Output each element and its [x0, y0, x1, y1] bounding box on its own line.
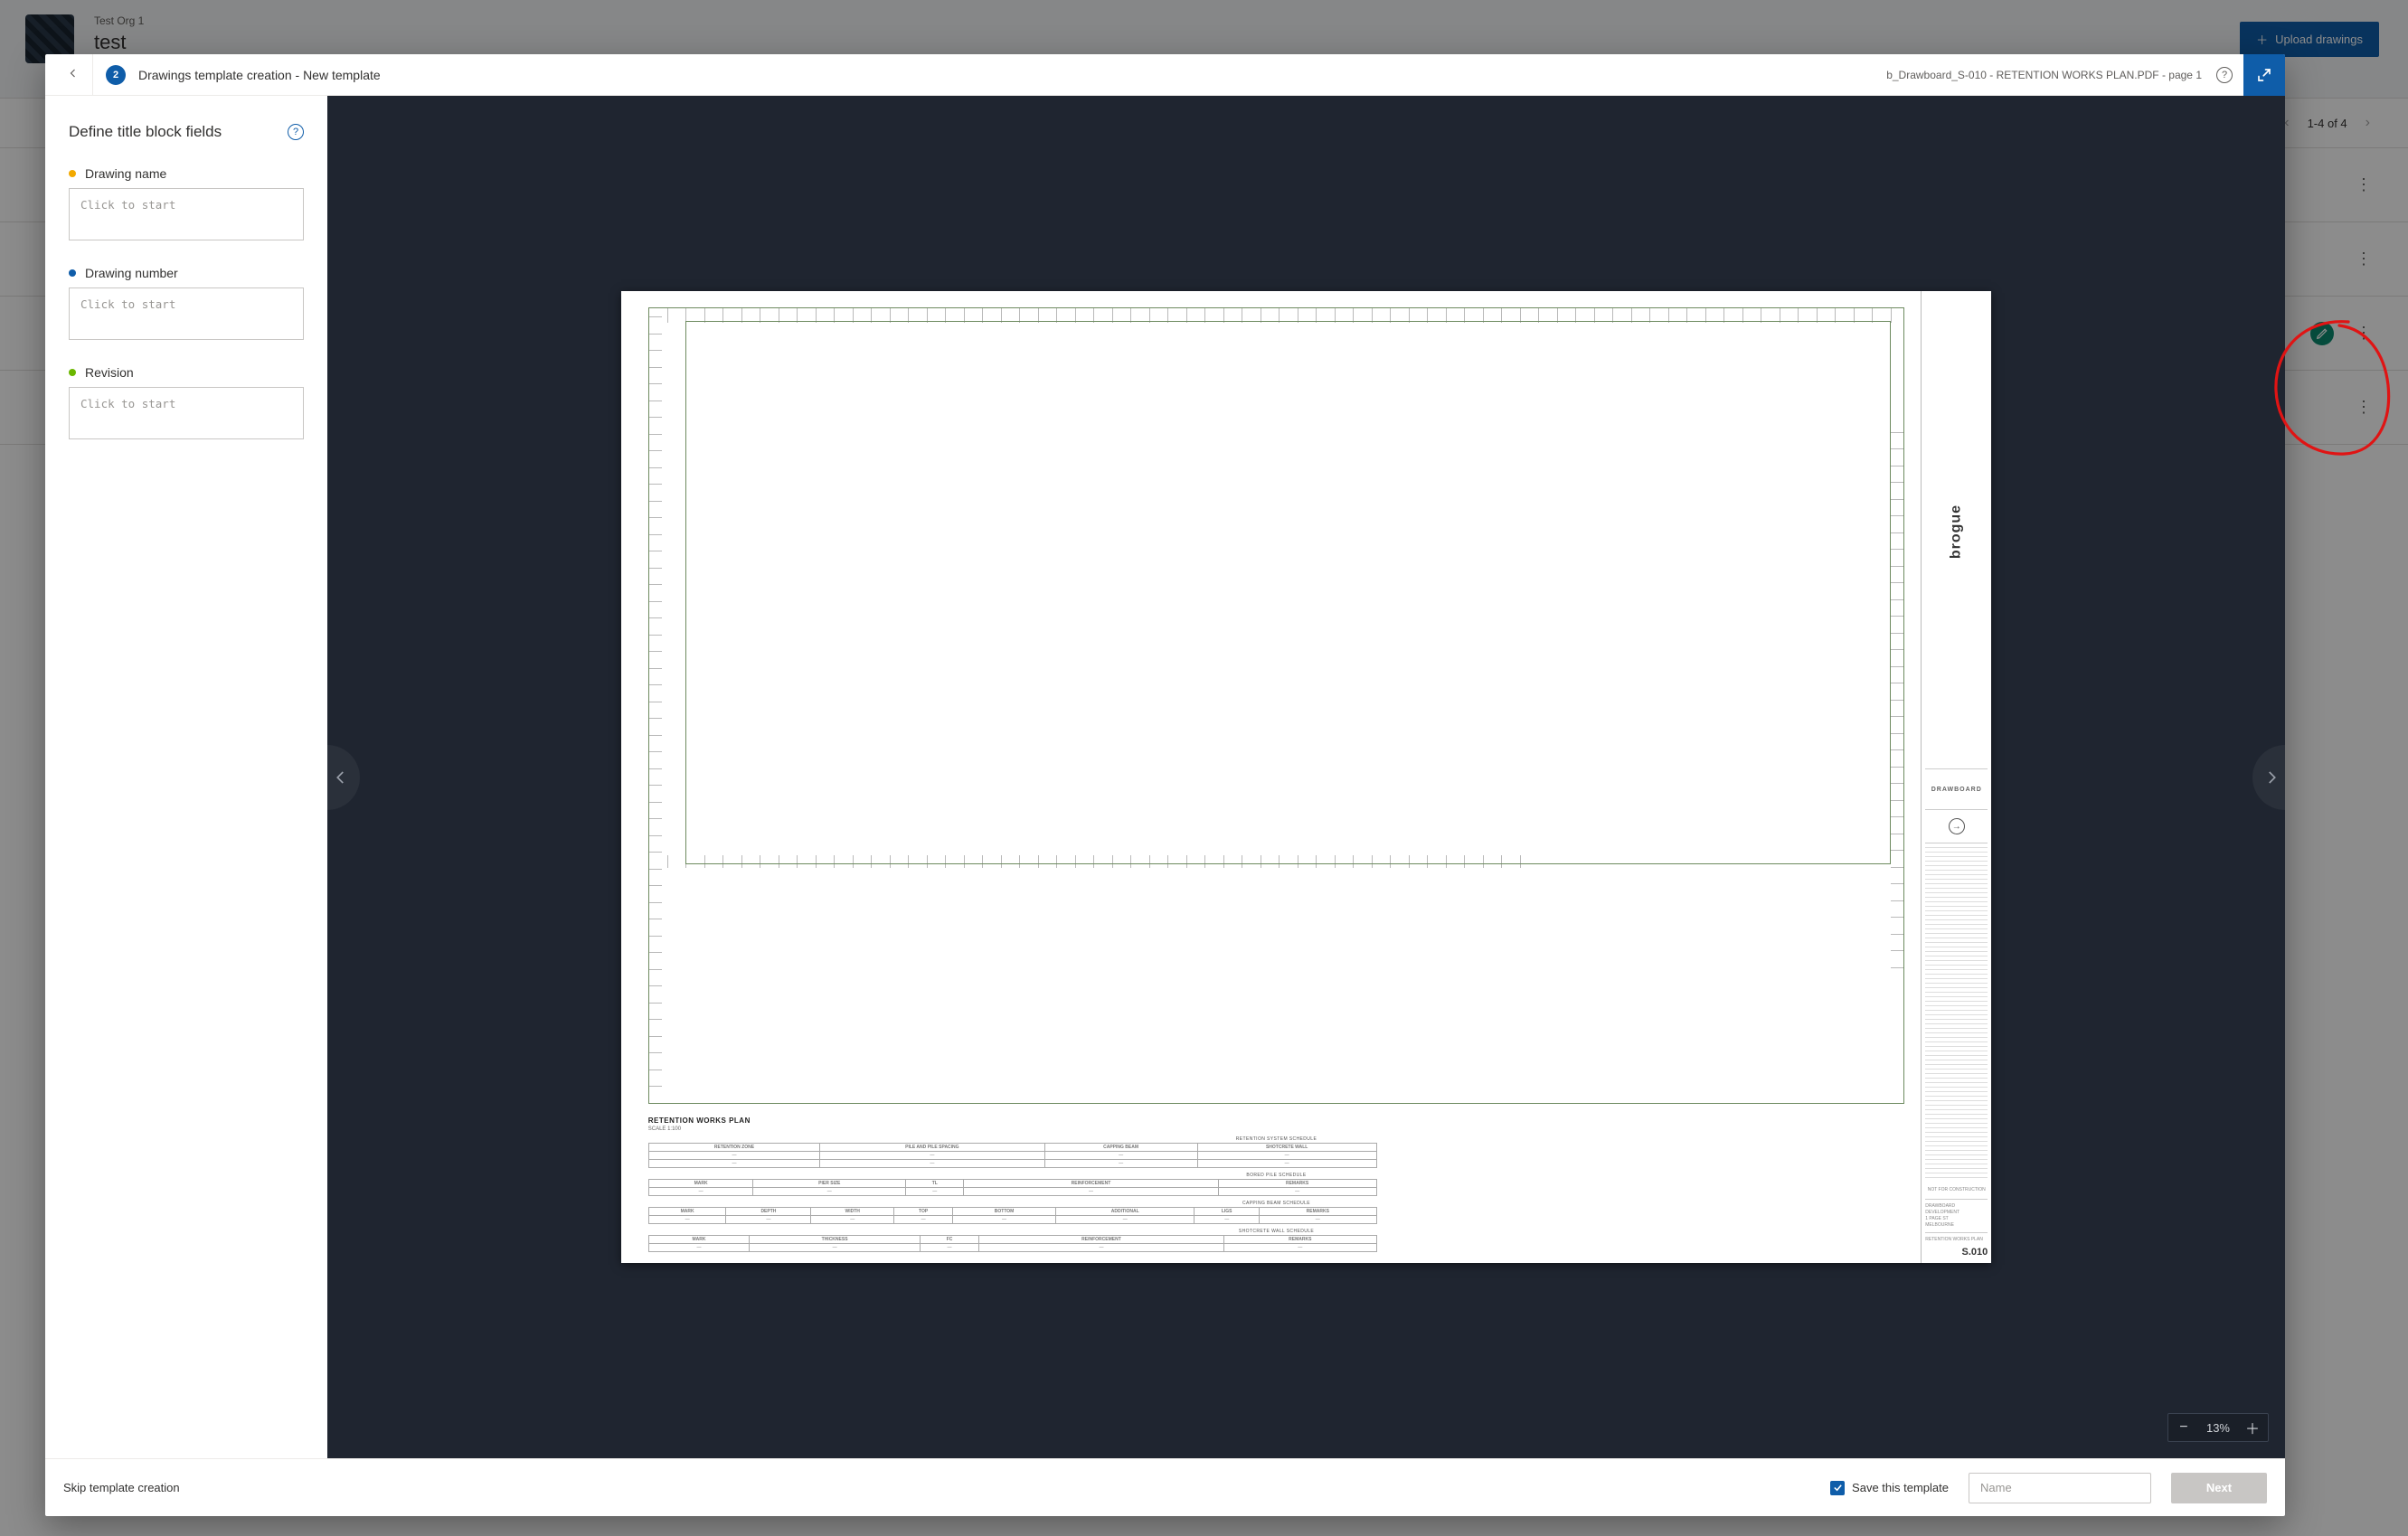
upload-drawings-label: Upload drawings — [2275, 33, 2363, 46]
panel-title: Define title block fields — [69, 123, 222, 141]
upload-drawings-button[interactable]: ＋ Upload drawings — [2240, 22, 2379, 57]
plus-icon: ＋ — [2256, 31, 2268, 48]
field-dot-icon — [69, 170, 76, 177]
schedule-title: SHOTCRETE WALL SCHEDULE — [648, 1229, 1905, 1234]
pager-label: 1-4 of 4 — [2308, 117, 2347, 130]
field-label-drawing-number: Drawing number — [85, 266, 178, 280]
pencil-icon — [2316, 327, 2328, 340]
viewer-next-button[interactable] — [2252, 745, 2285, 810]
zoom-control: − 13% ＋ — [2167, 1413, 2269, 1442]
modal-footer: Skip template creation Save this templat… — [45, 1458, 2285, 1516]
sheet-number: S.010 — [1925, 1247, 1988, 1258]
drawing-name-field[interactable]: Click to start — [69, 188, 304, 240]
plan-scale: SCALE 1:100 — [648, 1126, 1905, 1132]
revision-lines — [1925, 847, 1988, 1181]
field-dot-icon — [69, 369, 76, 376]
overflow-icon[interactable]: ⋮ — [2354, 398, 2375, 417]
chevron-right-icon — [2263, 769, 2280, 786]
save-template-label: Save this template — [1852, 1481, 1949, 1494]
field-dot-icon — [69, 269, 76, 277]
pager-next-icon[interactable]: › — [2360, 115, 2375, 131]
drawing-viewer[interactable]: RETENTION WORKS PLAN SCALE 1:100 RETENTI… — [327, 96, 2285, 1458]
schedule-title: BORED PILE SCHEDULE — [648, 1173, 1905, 1178]
brand-logo: brogue — [1925, 298, 1988, 765]
drawboard-logo: DRAWBOARD — [1925, 773, 1988, 806]
schedule-table: MARKPIER SIZETLREINFORCEMENTREMARKS————— — [648, 1179, 1377, 1196]
next-button[interactable]: Next — [2171, 1473, 2267, 1503]
chevron-left-icon — [68, 68, 79, 79]
question-icon: ? — [293, 127, 298, 137]
chevron-left-icon — [333, 769, 349, 786]
edit-badge[interactable] — [2310, 322, 2334, 345]
skip-template-link[interactable]: Skip template creation — [63, 1481, 180, 1494]
zoom-value: 13% — [2199, 1421, 2237, 1435]
field-label-revision: Revision — [85, 365, 134, 380]
current-file-label: b_Drawboard_S-010 - RETENTION WORKS PLAN… — [1886, 69, 2205, 81]
revision-field[interactable]: Click to start — [69, 387, 304, 439]
sheet-title-block: brogue DRAWBOARD NOT FOR CONSTRUCTION DR… — [1921, 291, 1991, 1263]
project-info: DRAWBOARD DEVELOPMENT 1 PAGE ST MELBOURN… — [1925, 1203, 1988, 1229]
back-button[interactable] — [54, 67, 92, 83]
overflow-icon[interactable]: ⋮ — [2354, 324, 2375, 343]
zoom-in-button[interactable]: ＋ — [2237, 1417, 2268, 1438]
project-name: test — [94, 31, 144, 54]
fields-panel: Define title block fields ? Drawing name… — [45, 96, 327, 1458]
overflow-icon[interactable]: ⋮ — [2354, 250, 2375, 269]
schedule-table: MARKDEPTHWIDTHTOPBOTTOMADDITIONALLIGSREM… — [648, 1207, 1377, 1224]
plan-graphic — [648, 307, 1905, 1104]
fullscreen-button[interactable] — [2243, 54, 2285, 96]
save-template-checkbox[interactable]: Save this template — [1830, 1481, 1949, 1495]
north-arrow-icon — [1925, 814, 1988, 839]
schedule-title: RETENTION SYSTEM SCHEDULE — [648, 1136, 1905, 1142]
schedule-table: RETENTION ZONEPILE AND PILE SPACINGCAPPI… — [648, 1143, 1377, 1168]
help-button[interactable]: ? — [2216, 67, 2233, 83]
panel-help-button[interactable]: ? — [288, 124, 304, 140]
template-creation-modal: 2 Drawings template creation - New templ… — [45, 54, 2285, 1516]
modal-title: Drawings template creation - New templat… — [138, 68, 381, 82]
question-icon: ? — [2222, 70, 2227, 80]
nfc-label: NOT FOR CONSTRUCTION — [1925, 1184, 1988, 1195]
checkbox-checked-icon — [1830, 1481, 1845, 1495]
viewer-prev-button[interactable] — [327, 745, 360, 810]
template-name-input[interactable] — [1969, 1473, 2151, 1503]
step-number: 2 — [113, 70, 118, 80]
overflow-icon[interactable]: ⋮ — [2354, 175, 2375, 194]
org-name: Test Org 1 — [94, 14, 144, 27]
schedule-table: MARKTHICKNESSFCREINFORCEMENTREMARKS————— — [648, 1235, 1377, 1252]
drawing-number-field[interactable]: Click to start — [69, 287, 304, 340]
drawing-sheet: RETENTION WORKS PLAN SCALE 1:100 RETENTI… — [621, 291, 1992, 1263]
next-button-label: Next — [2206, 1481, 2232, 1494]
schedule-title: CAPPING BEAM SCHEDULE — [648, 1201, 1905, 1206]
modal-header: 2 Drawings template creation - New templ… — [45, 54, 2285, 96]
expand-icon — [2256, 67, 2272, 83]
field-label-drawing-name: Drawing name — [85, 166, 166, 181]
plan-title: RETENTION WORKS PLAN — [648, 1117, 1905, 1125]
sheet-desc: RETENTION WORKS PLAN — [1925, 1237, 1988, 1243]
zoom-out-button[interactable]: − — [2168, 1419, 2199, 1436]
step-badge: 2 — [106, 65, 126, 85]
